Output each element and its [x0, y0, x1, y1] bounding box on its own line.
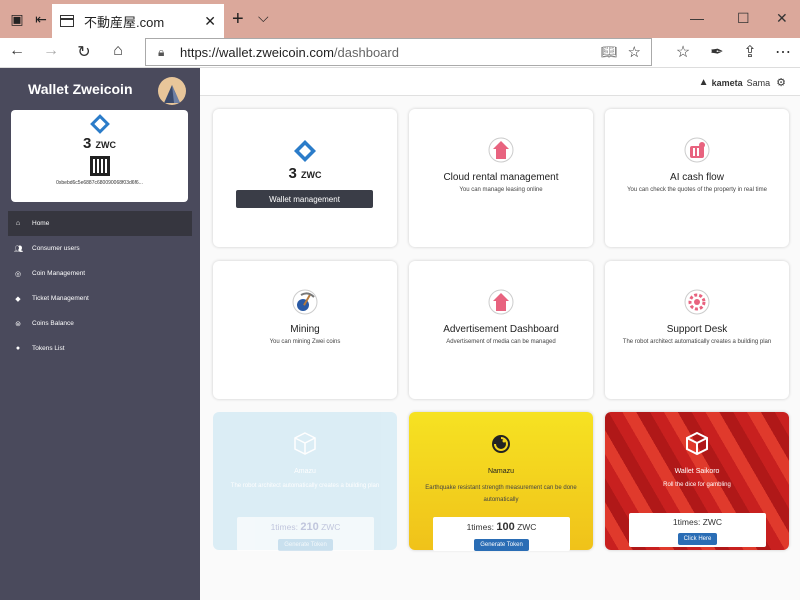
balance-icon: ⊜ [15, 320, 21, 328]
ai-cash-flow-card[interactable]: AI cash flow You can check the quotes of… [605, 109, 789, 247]
top-header: ▲ kameta Sama ⚙ [200, 68, 800, 96]
reading-view-icon[interactable]: 📖︎ [601, 44, 618, 60]
wallet-saikoro-card: Wallet Saikoro Roll the dice for gamblin… [605, 412, 789, 550]
share-icon[interactable]: ⇪ [739, 42, 761, 62]
dice-icon [686, 431, 708, 456]
house-icon [488, 289, 514, 315]
user-avatar-icon: ▲ [698, 77, 709, 88]
namazu-price-box: 1times: 100 ZWC Generate Token [433, 517, 570, 551]
close-tab-icon[interactable]: ✕ [204, 13, 216, 30]
sidebar-wallet-card: 3 ZWC 0xbebd6c5e6887c680090068f03d6f6... [11, 110, 188, 202]
namazu-generate-token-button[interactable]: Generate Token [474, 539, 529, 551]
amazu-card: Amazu The robot architect automatically … [213, 412, 397, 551]
tab-list-chevron-icon[interactable]: ⌵ [258, 9, 269, 26]
advertisement-dashboard-card[interactable]: Advertisement Dashboard Advertisement of… [409, 261, 593, 399]
forward-icon[interactable]: → [40, 42, 62, 60]
house-icon [488, 137, 514, 163]
maximize-icon[interactable]: ☐ [737, 10, 750, 27]
amazu-price-box: 1times: 210 ZWC Generate Token [237, 517, 374, 551]
home-icon[interactable]: ⌂ [107, 42, 129, 60]
pen-icon[interactable]: ✒ [706, 42, 728, 62]
sidebar-menu: ⌂ Home 👥︎ Consumer users ◎ Coin Management … [8, 211, 192, 361]
cube-icon [294, 432, 316, 455]
cloud-rental-card[interactable]: Cloud rental management You can manage l… [409, 109, 593, 247]
favorite-star-icon[interactable]: ☆ [628, 43, 641, 61]
saikoro-click-here-button[interactable]: Click Here [677, 533, 718, 545]
address-bar[interactable]: 🔒︎ https://wallet.zweicoin.com/dashboard… [145, 38, 652, 66]
wallet-card: 3 ZWC Wallet management [213, 109, 397, 247]
wallet-management-button[interactable]: Wallet management [236, 190, 373, 208]
sidebar: Wallet Zweicoin 3 ZWC 0xbebd6c5e6887c680… [0, 68, 200, 600]
set-aside-tabs-icon[interactable]: ⇤ [30, 8, 52, 30]
mining-card[interactable]: Mining You can mining Zwei coins [213, 261, 397, 399]
wallet-address: 0xbebd6c5e6887c680090068f03d6f6... [56, 180, 143, 186]
user-menu[interactable]: ▲ kameta Sama ⚙ [699, 76, 786, 89]
main-content: ▲ kameta Sama ⚙ 3 ZWC Wallet management … [200, 68, 800, 600]
saikoro-price-box: 1times: ZWC Click Here [629, 513, 766, 547]
refresh-icon[interactable]: ↻ [73, 42, 95, 62]
qr-code-icon [89, 156, 110, 176]
gear-icon[interactable]: ⚙ [776, 76, 786, 89]
sidebar-item-consumer-users[interactable]: 👥︎ Consumer users [8, 236, 192, 261]
close-window-icon[interactable]: ✕ [776, 10, 788, 27]
namazu-card: Namazu Earthquake resistant strength mea… [409, 412, 593, 551]
home-icon: ⌂ [15, 220, 21, 227]
support-desk-card[interactable]: Support Desk The robot architect automat… [605, 261, 789, 399]
lock-icon: 🔒︎ [158, 44, 165, 59]
browser-nav-bar: ← → ↻ ⌂ 🔒︎ https://wallet.zweicoin.com/d… [0, 38, 800, 68]
dot-icon: ● [15, 345, 21, 352]
more-icon[interactable]: ⋯ [772, 42, 794, 62]
browser-tab-bar: ▣ ⇤ 不動産屋.com ✕ + ⌵ — ☐ ✕ [0, 0, 800, 38]
pickaxe-icon [292, 289, 318, 315]
amazu-generate-token-button[interactable]: Generate Token [278, 539, 333, 551]
sidebar-item-ticket-management[interactable]: ◆ Ticket Management [8, 286, 192, 311]
coin-icon: ◎ [14, 270, 22, 278]
url-text[interactable]: https://wallet.zweicoin.com/dashboard [180, 45, 601, 60]
zweicoin-logo-icon [294, 140, 316, 162]
catfish-icon [492, 435, 510, 453]
sidebar-item-home[interactable]: ⌂ Home [8, 211, 192, 236]
page-icon [60, 15, 74, 27]
zweicoin-logo-icon [89, 114, 110, 134]
wallet-balance: 3 ZWC [82, 135, 116, 152]
back-icon[interactable]: ← [6, 42, 28, 60]
new-tab-icon[interactable]: + [232, 9, 244, 29]
minimize-icon[interactable]: — [690, 10, 704, 26]
wallet-amount: 3 ZWC [288, 165, 322, 182]
users-icon: 👥︎ [14, 245, 23, 253]
ticket-icon: ◆ [15, 295, 21, 303]
browser-tab[interactable]: 不動産屋.com ✕ [52, 4, 224, 38]
favorites-icon[interactable]: ☆ [672, 42, 694, 62]
tab-title: 不動産屋.com [84, 14, 165, 30]
sidebar-item-tokens-list[interactable]: ● Tokens List [8, 336, 192, 361]
sidebar-item-coins-balance[interactable]: ⊜ Coins Balance [8, 311, 192, 336]
avatar[interactable] [158, 77, 186, 105]
brand-title: Wallet Zweicoin [28, 81, 133, 97]
cash-bag-icon [684, 137, 710, 163]
gear-icon [684, 289, 710, 315]
tab-actions-icon[interactable]: ▣ [6, 8, 28, 30]
sidebar-item-coin-management[interactable]: ◎ Coin Management [8, 261, 192, 286]
